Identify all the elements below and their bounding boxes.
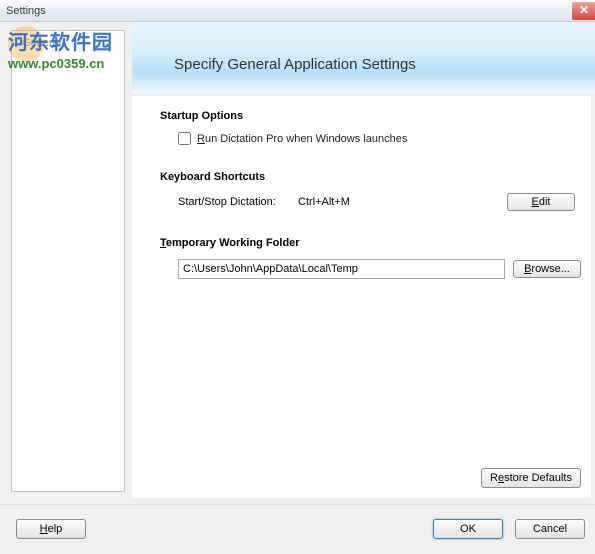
shortcut-label: Start/Stop Dictation:	[178, 196, 298, 208]
shortcuts-title: Keyboard Shortcuts	[160, 171, 581, 183]
restore-defaults-button[interactable]: Restore Defaults	[481, 468, 581, 488]
browse-button[interactable]: Browse...	[513, 260, 581, 278]
close-icon[interactable]: ✕	[572, 2, 595, 20]
window-title: Settings	[6, 5, 46, 17]
sidebar-item-general[interactable]: General	[22, 37, 61, 49]
help-button[interactable]: Help	[16, 519, 86, 539]
cancel-button[interactable]: Cancel	[515, 519, 585, 539]
startup-title: Startup Options	[160, 110, 581, 122]
title-bar: Settings ✕	[0, 0, 595, 22]
dialog-footer: Help OK Cancel	[0, 504, 595, 554]
run-on-launch-label[interactable]: Run Dictation Pro when Windows launches	[197, 133, 407, 145]
startup-section: Startup Options Run Dictation Pro when W…	[160, 110, 581, 145]
shortcuts-section: Keyboard Shortcuts Start/Stop Dictation:…	[160, 171, 581, 211]
banner: Specify General Application Settings	[132, 22, 595, 94]
shortcut-value: Ctrl+Alt+M	[298, 196, 418, 208]
run-on-launch-checkbox[interactable]	[178, 132, 191, 145]
category-sidebar[interactable]: General	[11, 30, 125, 492]
edit-shortcut-button[interactable]: Edit	[507, 193, 575, 211]
temp-folder-title: Temporary Working Folder	[160, 237, 581, 249]
page-title: Specify General Application Settings	[174, 56, 416, 73]
content-pane: Startup Options Run Dictation Pro when W…	[132, 96, 591, 498]
temp-folder-section: Temporary Working Folder Browse...	[160, 237, 581, 279]
temp-folder-input[interactable]	[178, 259, 505, 279]
ok-button[interactable]: OK	[433, 519, 503, 539]
